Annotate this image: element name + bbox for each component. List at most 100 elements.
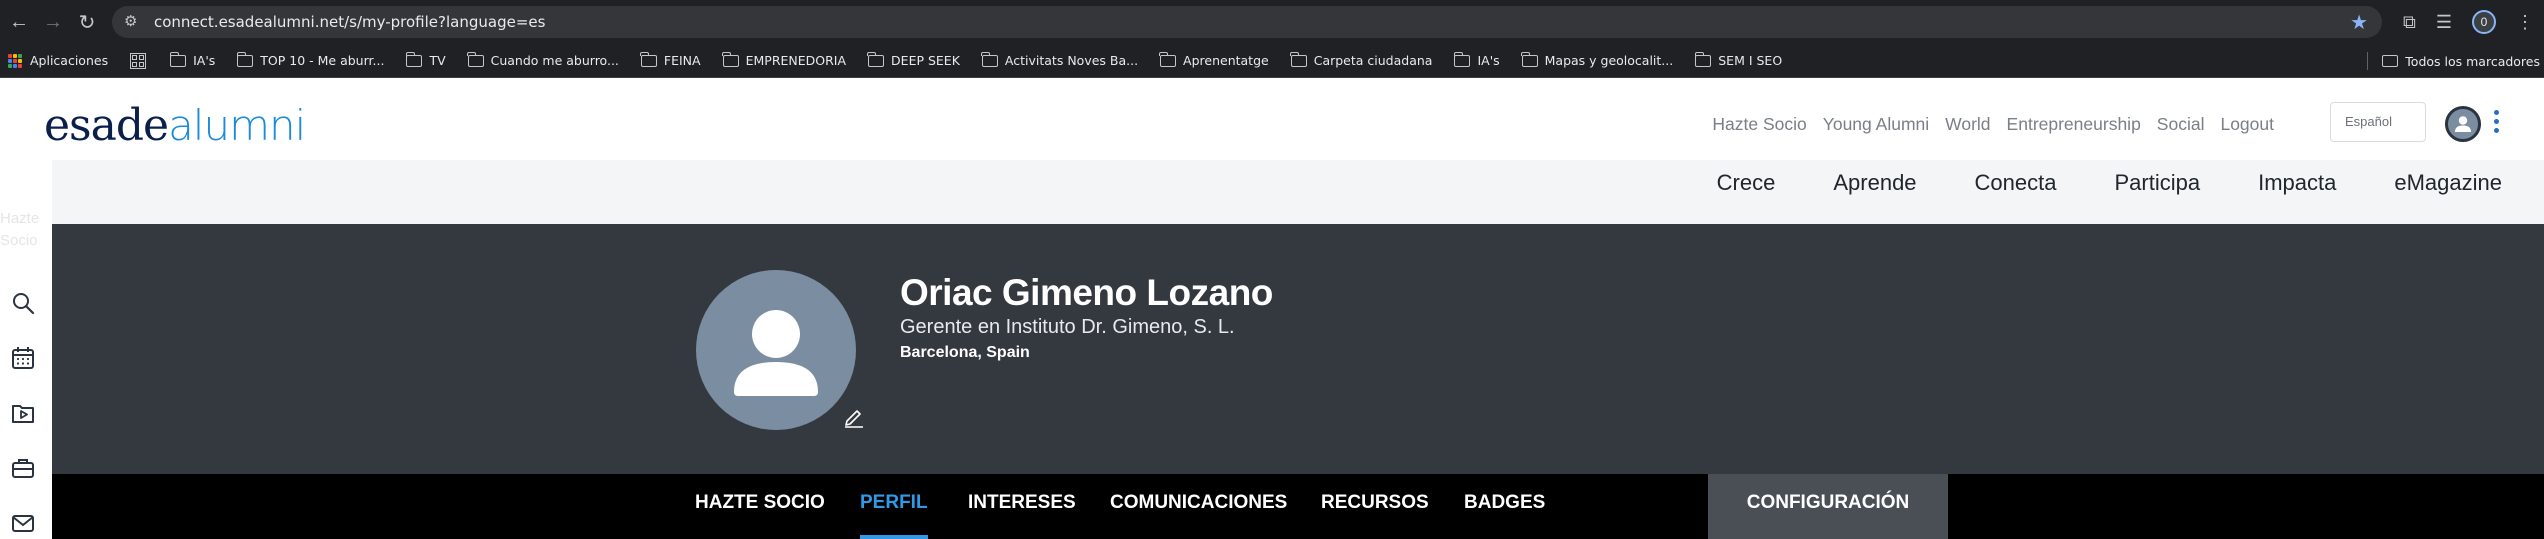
bookmark-label: Activitats Noves Ba... — [1004, 53, 1139, 68]
main-navigation: Crece Aprende Conecta Participa Impacta … — [52, 160, 2544, 224]
bookmark-label: FEINA — [663, 53, 701, 68]
bookmark-label: Aplicaciones — [30, 53, 109, 68]
bookmark-folder[interactable]: EMPRENEDORIA — [721, 51, 847, 68]
more-options-icon[interactable] — [2494, 110, 2499, 133]
folder-icon — [721, 51, 739, 67]
nav-crece[interactable]: Crece — [1717, 170, 1776, 196]
folder-icon — [1159, 51, 1177, 67]
nav-participa[interactable]: Participa — [2115, 170, 2201, 196]
tab-perfil[interactable]: PERFIL — [860, 474, 928, 539]
user-silhouette-icon — [734, 310, 818, 396]
folder-icon — [405, 51, 423, 67]
edit-pencil-icon[interactable] — [842, 404, 866, 428]
mail-icon[interactable] — [10, 510, 36, 536]
back-icon[interactable]: ← — [4, 7, 34, 37]
bookmark-label: EMPRENEDORIA — [745, 53, 847, 68]
bookmark-folder[interactable]: Mapas y geolocalit... — [1521, 51, 1674, 68]
bookmark-label: SEM I SEO — [1718, 53, 1783, 68]
profile-tabs: HAZTE SOCIO PERFIL INTERESES COMUNICACIO… — [52, 474, 2544, 539]
tab-hazte-socio[interactable]: HAZTE SOCIO — [695, 474, 825, 539]
nav-aprende[interactable]: Aprende — [1833, 170, 1916, 196]
tab-intereses[interactable]: INTERESES — [968, 474, 1076, 539]
link-logout[interactable]: Logout — [2220, 114, 2274, 135]
extensions-icon[interactable]: ⧉ — [2403, 12, 2416, 33]
folder-icon — [2382, 55, 2399, 67]
bookmark-label: IA's — [193, 53, 216, 68]
profile-job-title: Gerente en Instituto Dr. Gimeno, S. L. — [900, 316, 1235, 338]
folder-icon — [169, 51, 187, 67]
nav-impacta[interactable]: Impacta — [2258, 170, 2336, 196]
bookmark-label: IA's — [1477, 53, 1500, 68]
bookmark-label: TOP 10 - Me aburr... — [260, 53, 385, 68]
nav-conecta[interactable]: Conecta — [1975, 170, 2057, 196]
reading-list-icon[interactable]: ☰ — [2436, 12, 2452, 33]
video-icon[interactable] — [10, 400, 36, 426]
ghost-line: Hazte — [0, 210, 40, 227]
divider — [2367, 52, 2369, 70]
calendar-icon[interactable] — [10, 345, 36, 371]
bookmark-folder[interactable]: Activitats Noves Ba... — [981, 51, 1139, 68]
link-entrepreneurship[interactable]: Entrepreneurship — [2007, 114, 2141, 135]
link-world[interactable]: World — [1945, 114, 1990, 135]
bookmark-folder[interactable]: SEM I SEO — [1694, 51, 1783, 68]
bookmark-star-icon[interactable]: ★ — [2350, 10, 2368, 35]
address-bar[interactable]: ⚙ connect.esadealumni.net/s/my-profile?l… — [112, 6, 2382, 38]
bookmarks-bar: Aplicaciones IA's TOP 10 - Me aburr... T… — [0, 44, 2544, 78]
tab-badges[interactable]: BADGES — [1464, 474, 1545, 539]
bookmark-label: Carpeta ciudadana — [1313, 53, 1433, 68]
user-icon — [2455, 116, 2471, 132]
browser-profile-avatar[interactable]: 0 — [2472, 10, 2496, 34]
bookmark-folder[interactable]: Cuando me aburro... — [467, 51, 619, 68]
link-social[interactable]: Social — [2157, 114, 2205, 135]
site-header: esadealumni Hazte Socio Young Alumni Wor… — [0, 78, 2544, 160]
link-young-alumni[interactable]: Young Alumni — [1823, 114, 1929, 135]
folder-icon — [1521, 51, 1538, 67]
folder-icon — [1694, 51, 1712, 67]
search-icon[interactable] — [10, 290, 36, 316]
folder-icon — [1290, 51, 1307, 67]
folder-icon — [640, 51, 657, 67]
bookmark-folder[interactable]: TV — [405, 51, 446, 68]
tab-groups-icon[interactable] — [130, 52, 147, 69]
bookmark-folder[interactable]: DEEP SEEK — [867, 51, 960, 68]
site-info-icon[interactable]: ⚙ — [124, 12, 144, 32]
folder-icon — [981, 51, 998, 67]
profile-hero: Oriac Gimeno Lozano Gerente en Instituto… — [52, 224, 2544, 474]
tab-recursos[interactable]: RECURSOS — [1321, 474, 1429, 539]
url-text: connect.esadealumni.net/s/my-profile?lan… — [154, 13, 546, 31]
bookmark-label: TV — [429, 53, 446, 68]
language-select[interactable]: Español — [2330, 102, 2426, 142]
bookmark-label: Cuando me aburro... — [490, 53, 619, 68]
browser-menu-icon[interactable]: ⋮ — [2516, 12, 2534, 33]
link-hazte-socio[interactable]: Hazte Socio — [1712, 114, 1806, 135]
briefcase-icon[interactable] — [10, 455, 36, 481]
tab-configuracion[interactable]: CONFIGURACIÓN — [1708, 474, 1948, 539]
bookmark-folder[interactable]: FEINA — [640, 51, 701, 68]
profile-avatar[interactable] — [696, 270, 856, 430]
bookmark-folder[interactable]: Aprenentatge — [1159, 51, 1269, 68]
bookmark-folder[interactable]: Carpeta ciudadana — [1290, 51, 1433, 68]
browser-toolbar: ← → ↻ ⚙ connect.esadealumni.net/s/my-pro… — [0, 0, 2544, 44]
profile-name: Oriac Gimeno Lozano — [900, 272, 1273, 313]
ghost-line: Socio — [0, 232, 38, 249]
user-avatar-button[interactable] — [2445, 106, 2481, 142]
logo-esade-text: esade — [44, 100, 169, 151]
profile-location: Barcelona, Spain — [900, 344, 1030, 361]
all-bookmarks[interactable]: Todos los marcadores — [2367, 52, 2540, 70]
reload-icon[interactable]: ↻ — [72, 7, 102, 37]
rail-ghost-text: Hazte Socio — [0, 208, 39, 252]
folder-icon — [236, 51, 254, 67]
bookmark-folder[interactable]: IA's — [1453, 51, 1500, 68]
folder-icon — [467, 51, 484, 67]
logo-alumni-text: alumni — [168, 101, 306, 150]
bookmark-label: Mapas y geolocalit... — [1544, 53, 1674, 68]
bookmark-folder[interactable]: IA's — [169, 51, 216, 68]
folder-icon — [1453, 51, 1471, 67]
nav-emagazine[interactable]: eMagazine — [2394, 170, 2502, 196]
bookmark-folder[interactable]: TOP 10 - Me aburr... — [236, 51, 385, 68]
bookmark-label: Todos los marcadores — [2405, 53, 2540, 69]
tab-comunicaciones[interactable]: COMUNICACIONES — [1110, 474, 1287, 539]
bookmark-apps[interactable]: Aplicaciones — [8, 53, 108, 68]
esade-alumni-logo[interactable]: esadealumni — [44, 100, 306, 151]
forward-icon[interactable]: → — [38, 7, 68, 37]
